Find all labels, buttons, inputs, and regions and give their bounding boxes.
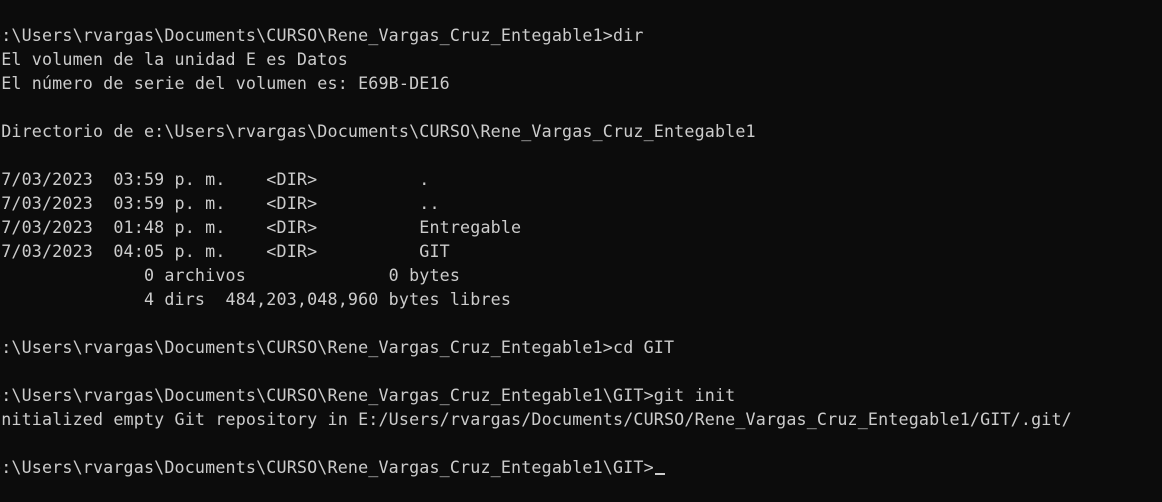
current-prompt: e:\Users\rvargas\Documents\CURSO\Rene_Va…: [0, 457, 654, 477]
directory-entry: 27/03/2023 04:05 p. m. <DIR> GIT: [0, 241, 450, 261]
current-prompt-line[interactable]: e:\Users\rvargas\Documents\CURSO\Rene_Va…: [0, 455, 1072, 479]
output-line: Directorio de e:\Users\rvargas\Documents…: [0, 121, 756, 141]
output-line: El volumen de la unidad E es Datos: [0, 49, 348, 69]
text-cursor: [654, 473, 665, 475]
directory-entry: 27/03/2023 03:59 p. m. <DIR> ..: [0, 193, 440, 213]
prompt-line: e:\Users\rvargas\Documents\CURSO\Rene_Va…: [0, 385, 736, 405]
terminal-output: e:\Users\rvargas\Documents\CURSO\Rene_Va…: [0, 23, 1072, 479]
summary-line: 0 archivos 0 bytes: [0, 265, 461, 285]
directory-entry: 27/03/2023 01:48 p. m. <DIR> Entregable: [0, 217, 522, 237]
summary-line: 4 dirs 484,203,048,960 bytes libres: [0, 289, 512, 309]
prompt-line: e:\Users\rvargas\Documents\CURSO\Rene_Va…: [0, 337, 675, 357]
output-line: El número de serie del volumen es: E69B-…: [0, 73, 450, 93]
prompt-line: e:\Users\rvargas\Documents\CURSO\Rene_Va…: [0, 25, 644, 45]
terminal-window[interactable]: e:\Users\rvargas\Documents\CURSO\Rene_Va…: [0, 0, 1162, 502]
output-line: Initialized empty Git repository in E:/U…: [0, 409, 1072, 429]
directory-entry: 27/03/2023 03:59 p. m. <DIR> .: [0, 169, 430, 189]
